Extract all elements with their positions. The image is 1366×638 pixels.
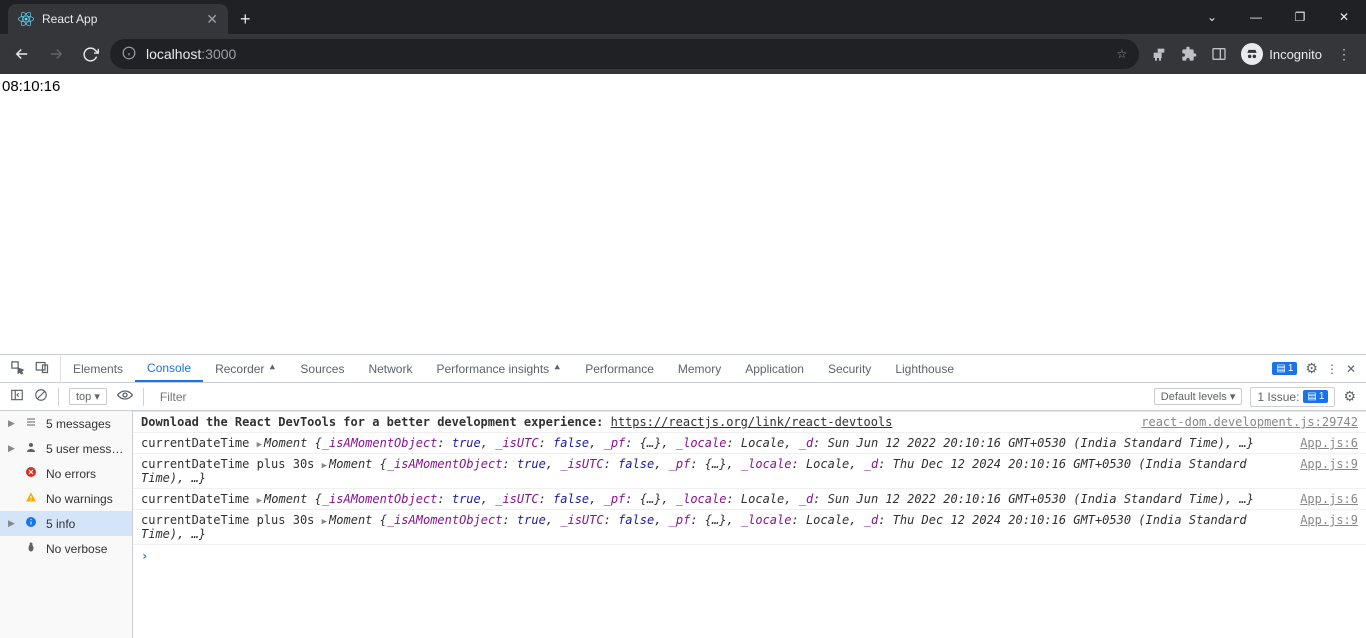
time-display: 08:10:16 (2, 78, 60, 95)
page-content: 08:10:16 (0, 74, 1366, 354)
console-line: currentDateTime ▶Moment {_isAMomentObjec… (133, 433, 1366, 454)
incognito-label: Incognito (1269, 47, 1322, 62)
devtools-more-icon[interactable]: ⋮ (1326, 362, 1338, 376)
source-link[interactable]: App.js:6 (1300, 436, 1358, 450)
toolbar-right: Incognito ⋮ (1145, 40, 1358, 68)
devtools-close-icon[interactable]: ✕ (1346, 362, 1356, 376)
chevron-down-icon[interactable]: ⌄ (1190, 0, 1234, 34)
source-link[interactable]: App.js:9 (1300, 513, 1358, 527)
devtools-settings-icon[interactable]: ⚙ (1305, 360, 1318, 377)
tab-title: React App (42, 12, 206, 26)
source-link[interactable]: App.js:6 (1300, 492, 1358, 506)
maximize-icon[interactable]: ❐ (1278, 0, 1322, 34)
sidebar-row-info[interactable]: ▶5 info (0, 511, 132, 536)
side-panel-icon[interactable] (1205, 40, 1233, 68)
kebab-menu-icon[interactable]: ⋮ (1330, 40, 1358, 68)
console-line: Download the React DevTools for a better… (133, 411, 1366, 433)
devtools-tab-memory[interactable]: Memory (666, 355, 733, 382)
devtools-tab-console[interactable]: Console (135, 355, 203, 382)
react-favicon (18, 11, 34, 27)
console-line: currentDateTime plus 30s ▶Moment {_isAMo… (133, 510, 1366, 545)
issues-badge[interactable]: ▤ 1 (1272, 362, 1297, 375)
context-selector[interactable]: top ▾ (69, 388, 107, 405)
console-line: currentDateTime ▶Moment {_isAMomentObjec… (133, 489, 1366, 510)
console-output: Download the React DevTools for a better… (133, 411, 1366, 638)
devtools-tab-sources[interactable]: Sources (288, 355, 356, 382)
window-controls: ⌄ ― ❐ ✕ (1190, 0, 1366, 34)
devtools-tab-performance[interactable]: Performance (573, 355, 666, 382)
toggle-sidebar-icon[interactable] (10, 388, 24, 405)
omnibox[interactable]: localhost:3000 ☆ (110, 39, 1139, 69)
devtools-tab-performance-insights[interactable]: Performance insights⯅ (424, 355, 573, 382)
devtools-tab-elements[interactable]: Elements (61, 355, 135, 382)
console-settings-icon[interactable]: ⚙ (1343, 388, 1356, 405)
console-sidebar: ▶5 messages▶5 user mess…No errorsNo warn… (0, 411, 133, 638)
sidebar-row-error[interactable]: No errors (0, 461, 132, 486)
browser-titlebar: React App ✕ + ⌄ ― ❐ ✕ (0, 0, 1366, 34)
site-info-icon[interactable] (122, 46, 136, 63)
live-expression-icon[interactable] (117, 389, 133, 404)
devtools-tab-application[interactable]: Application (733, 355, 816, 382)
clear-console-icon[interactable] (34, 388, 48, 405)
devtools: ElementsConsoleRecorder⯅SourcesNetworkPe… (0, 354, 1366, 638)
source-link[interactable]: react-dom.development.js:29742 (1141, 415, 1358, 429)
source-link[interactable]: App.js:9 (1300, 457, 1358, 471)
nav-back-button[interactable] (8, 40, 36, 68)
devtools-tabs: ElementsConsoleRecorder⯅SourcesNetworkPe… (0, 355, 1366, 383)
sidebar-row-bug[interactable]: No verbose (0, 536, 132, 561)
address-bar: localhost:3000 ☆ Incognito ⋮ (0, 34, 1366, 74)
nav-forward-button[interactable] (42, 40, 70, 68)
sidebar-row-warn[interactable]: No warnings (0, 486, 132, 511)
close-tab-icon[interactable]: ✕ (206, 11, 218, 28)
browser-tab[interactable]: React App ✕ (8, 4, 228, 34)
sidebar-row-user[interactable]: ▶5 user mess… (0, 436, 132, 461)
dino-icon[interactable] (1145, 40, 1173, 68)
close-window-icon[interactable]: ✕ (1322, 0, 1366, 34)
issues-pill[interactable]: 1 Issue: ▤ 1 (1250, 387, 1335, 407)
nav-reload-button[interactable] (76, 40, 104, 68)
console-filter[interactable] (154, 386, 1144, 408)
devtools-tab-lighthouse[interactable]: Lighthouse (883, 355, 966, 382)
sidebar-row-list[interactable]: ▶5 messages (0, 411, 132, 436)
console-prompt[interactable]: › (133, 545, 1366, 567)
incognito-indicator[interactable]: Incognito (1235, 43, 1328, 65)
incognito-icon (1241, 43, 1263, 65)
new-tab-button[interactable]: + (240, 4, 251, 34)
bookmark-star-icon[interactable]: ☆ (1116, 47, 1127, 61)
console-toolbar: top ▾ Default levels ▾ 1 Issue: ▤ 1 ⚙ (0, 383, 1366, 411)
devtools-tab-recorder[interactable]: Recorder⯅ (203, 355, 288, 382)
filter-input[interactable] (154, 386, 1144, 408)
inspect-icon[interactable] (10, 360, 25, 378)
devtools-tab-security[interactable]: Security (816, 355, 883, 382)
devtools-tab-network[interactable]: Network (356, 355, 424, 382)
extensions-icon[interactable] (1175, 40, 1203, 68)
device-toggle-icon[interactable] (35, 360, 50, 378)
log-levels-selector[interactable]: Default levels ▾ (1154, 388, 1243, 405)
url-text: localhost:3000 (146, 46, 236, 62)
console-line: currentDateTime plus 30s ▶Moment {_isAMo… (133, 454, 1366, 489)
minimize-icon[interactable]: ― (1234, 0, 1278, 34)
